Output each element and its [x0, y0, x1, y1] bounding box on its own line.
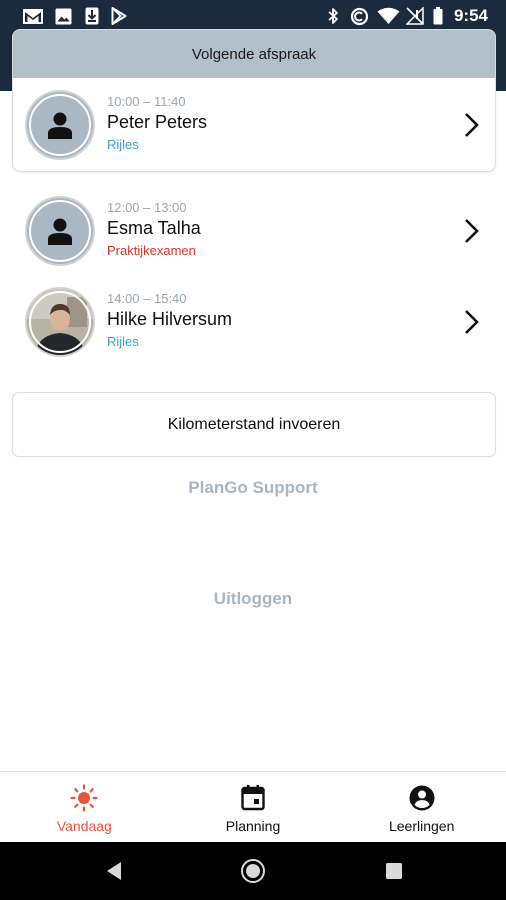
- next-appointment-row[interactable]: 10:00 – 11:40 Peter Peters Rijles: [13, 84, 495, 166]
- home-icon[interactable]: [240, 858, 266, 884]
- battery-icon: [432, 7, 444, 25]
- status-time: 9:54: [453, 6, 488, 25]
- appointment-student-name: Peter Peters: [107, 112, 208, 132]
- sun-icon: [70, 784, 98, 812]
- appointment-type: Rijles: [107, 334, 139, 349]
- system-navigation-bar: [0, 842, 506, 900]
- appointment-type: Praktijkexamen: [107, 243, 196, 258]
- bluetooth-icon: [326, 7, 340, 25]
- bottom-navigation: Vandaag Planning Leerlingen: [0, 771, 506, 842]
- nav-tab-leerlingen[interactable]: Leerlingen: [337, 772, 506, 842]
- back-icon[interactable]: [101, 858, 127, 884]
- nav-label: Vandaag: [56, 818, 112, 834]
- wifi-icon: [376, 7, 400, 25]
- image-icon: [54, 7, 72, 25]
- chevron-right-icon[interactable]: [463, 217, 481, 245]
- appointment-student-name: Esma Talha: [107, 218, 201, 238]
- appointment-time: 12:00 – 13:00: [107, 200, 187, 215]
- status-bar: 9:54: [0, 0, 506, 33]
- recents-icon[interactable]: [381, 858, 407, 884]
- appointment-student-name: Hilke Hilversum: [107, 309, 233, 329]
- avatar: [25, 196, 95, 266]
- chevron-right-icon[interactable]: [463, 111, 481, 139]
- chevron-right-icon[interactable]: [463, 308, 481, 336]
- nav-label: Leerlingen: [388, 818, 455, 834]
- nav-tab-planning[interactable]: Planning: [169, 772, 338, 842]
- logout-link[interactable]: Uitloggen: [0, 589, 506, 609]
- nav-tab-vandaag[interactable]: Vandaag: [0, 772, 169, 842]
- avatar-photo: [25, 287, 95, 357]
- account-circle-icon: [408, 784, 436, 812]
- data-saver-icon: [349, 7, 369, 25]
- support-link[interactable]: PlanGo Support: [0, 478, 506, 498]
- appointment-type: Rijles: [107, 137, 139, 152]
- kilometerstand-button[interactable]: Kilometerstand invoeren: [13, 393, 495, 456]
- download-icon: [83, 7, 101, 25]
- no-signal-icon: [405, 7, 425, 25]
- appointment-time: 14:00 – 15:40: [107, 291, 187, 306]
- appointment-time: 10:00 – 11:40: [107, 94, 186, 109]
- next-appointment-header: Volgende afspraak: [13, 30, 495, 78]
- avatar: [25, 90, 95, 160]
- gmail-icon: [22, 7, 44, 25]
- appointment-row[interactable]: 14:00 – 15:40 Hilke Hilversum Rijles: [13, 281, 495, 363]
- appointment-row[interactable]: 12:00 – 13:00 Esma Talha Praktijkexamen: [13, 190, 495, 272]
- play-store-icon: [110, 7, 128, 25]
- calendar-icon: [239, 784, 267, 812]
- nav-label: Planning: [225, 818, 281, 834]
